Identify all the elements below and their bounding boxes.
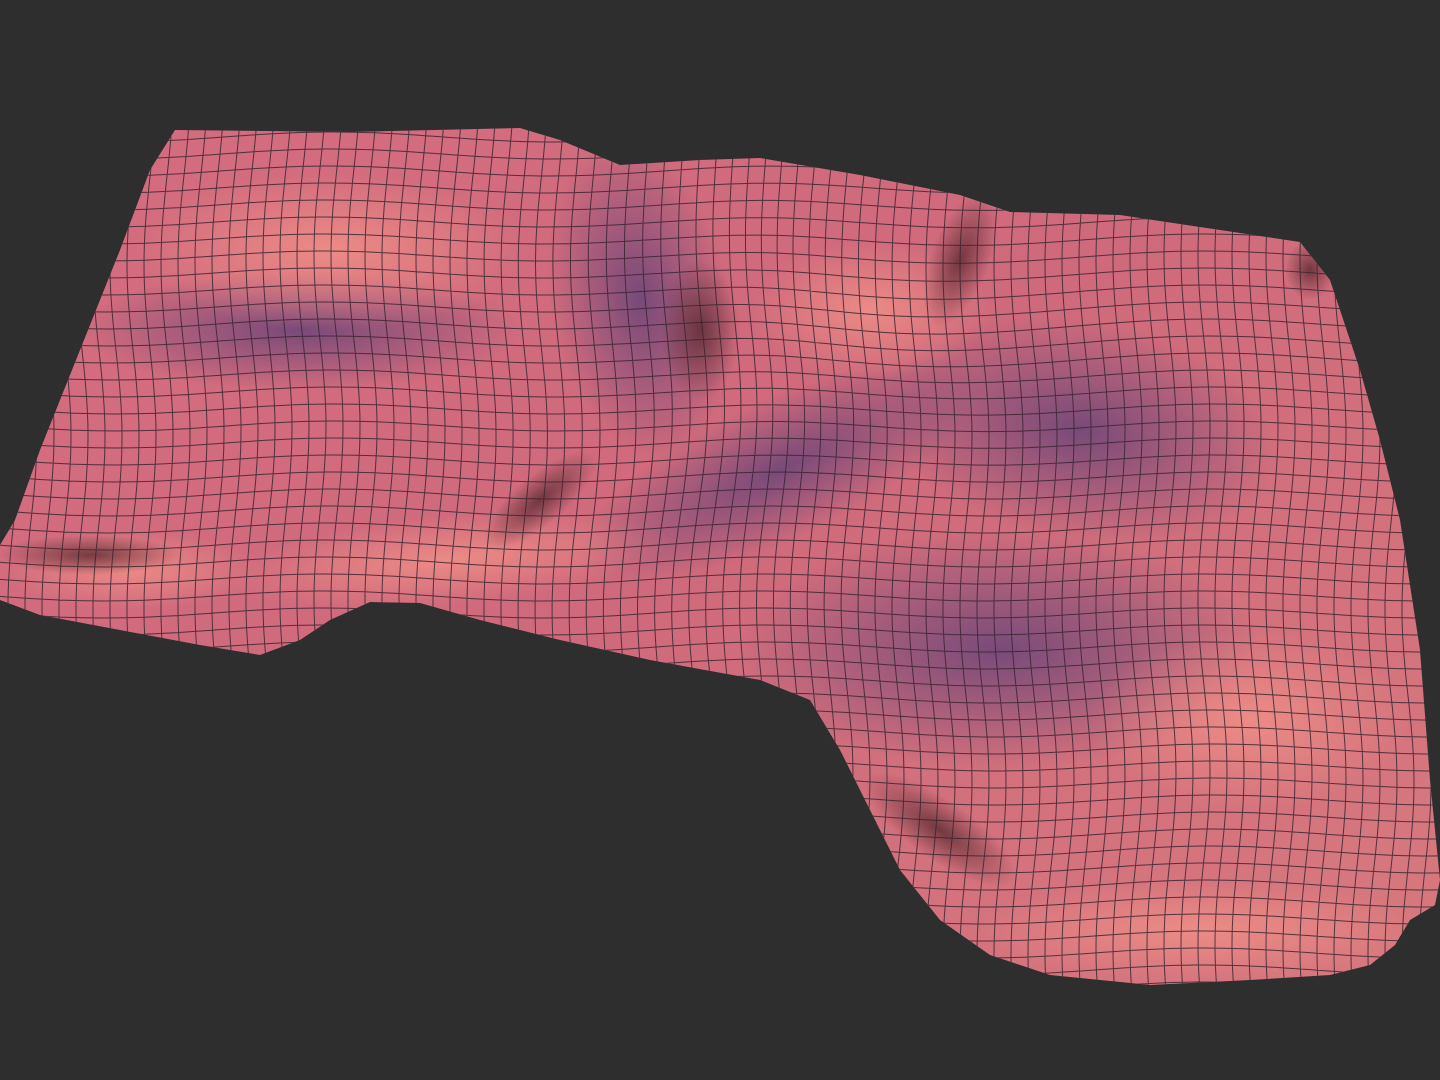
terrain-mesh[interactable]	[0, 0, 1440, 1080]
mesh-surface	[0, 128, 1440, 985]
viewport[interactable]	[0, 0, 1440, 1080]
